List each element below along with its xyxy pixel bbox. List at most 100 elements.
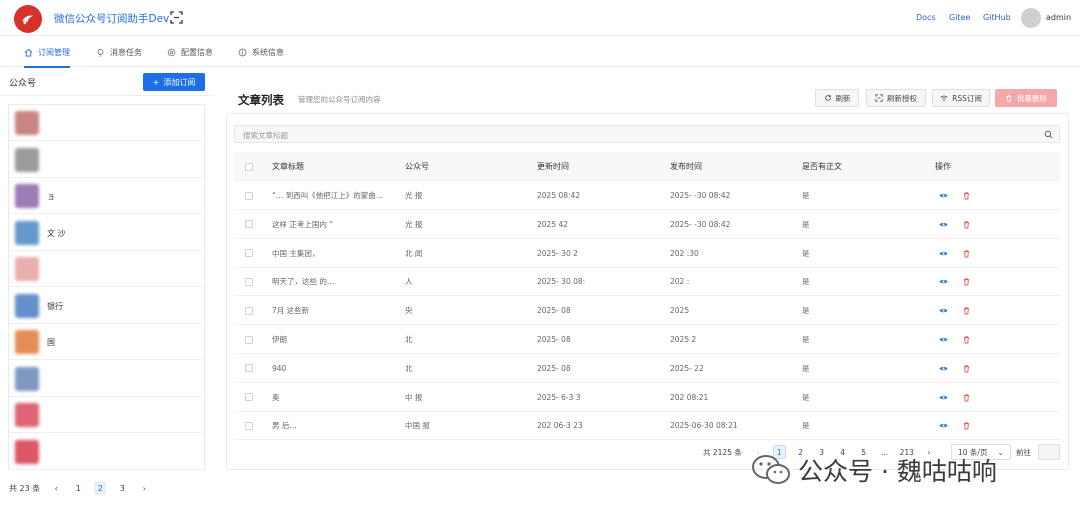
row-checkbox[interactable] [245, 421, 253, 430]
account-name: 银行 [47, 301, 63, 311]
tab-subscriptions[interactable]: 订阅管理 [24, 37, 70, 68]
refresh-button[interactable]: 刷新 [815, 89, 859, 107]
article-title[interactable]: 奥 [272, 383, 392, 412]
account-avatar [15, 220, 39, 245]
article-title[interactable]: 中国 主集团， [272, 239, 392, 268]
col-updated: 更新时间 [537, 162, 569, 171]
table-row: 奥 中 报 2025- 6-3 3 202 08:21 是 [234, 383, 1060, 412]
account-item[interactable] [9, 361, 204, 397]
article-title[interactable]: 7月 这些新 [272, 296, 392, 325]
trash-icon[interactable] [962, 191, 971, 200]
table-row: 这样 正考上国内 “ 光 报 2025 42 2025- -30 08:42 是 [234, 210, 1060, 239]
trash-icon[interactable] [962, 277, 971, 286]
article-published: 2025- 22 [670, 363, 704, 373]
user-name[interactable]: admin [1046, 13, 1071, 22]
account-item[interactable]: ョ [9, 178, 204, 214]
main-total: 共 2125 条 [703, 447, 742, 457]
trash-icon[interactable] [962, 393, 971, 402]
eye-icon[interactable] [939, 421, 948, 430]
rss-button[interactable]: RSS订阅 [932, 89, 990, 107]
trash-icon[interactable] [962, 249, 971, 258]
github-link[interactable]: GitHub [983, 13, 1011, 22]
article-published: 202 08:21 [670, 392, 709, 402]
fullscreen-icon[interactable] [170, 11, 183, 24]
row-actions [939, 296, 971, 325]
row-checkbox[interactable] [245, 277, 253, 286]
article-published: 2025-06-30 08:21 [670, 421, 738, 431]
goto-page-input[interactable] [1038, 444, 1060, 460]
eye-icon[interactable] [939, 191, 948, 200]
article-has-body: 是 [802, 248, 810, 258]
prev-page-icon[interactable]: ‹ [50, 481, 62, 495]
sidebar-page-2[interactable]: 2 [94, 481, 107, 495]
app-header: 微信公众号订阅助手Dev Docs Gitee GitHub admin [0, 0, 1080, 36]
row-checkbox[interactable] [245, 335, 253, 344]
article-account: 中国 报 [405, 421, 430, 431]
docs-link[interactable]: Docs [916, 13, 936, 22]
account-item[interactable] [9, 397, 204, 433]
user-avatar[interactable] [1021, 8, 1041, 28]
next-page-icon[interactable]: › [138, 481, 150, 495]
goto-label: 前往 [1016, 448, 1031, 457]
tab-message-tasks[interactable]: 消息任务 [96, 37, 142, 67]
account-item[interactable]: 银行 [9, 288, 204, 324]
article-title[interactable]: 明天了，这些 的… [272, 267, 392, 296]
row-actions [939, 383, 971, 412]
row-actions [939, 239, 971, 268]
trash-icon[interactable] [962, 335, 971, 344]
trash-icon[interactable] [962, 364, 971, 373]
trash-icon[interactable] [962, 220, 971, 229]
row-actions [939, 411, 971, 440]
row-checkbox[interactable] [245, 364, 253, 373]
eye-icon[interactable] [939, 393, 948, 402]
sidebar-page-1[interactable]: 1 [72, 481, 84, 495]
search-icon[interactable] [1044, 130, 1053, 139]
article-account: 北 闻 [405, 248, 423, 258]
eye-icon[interactable] [939, 220, 948, 229]
account-item[interactable] [9, 105, 204, 141]
batch-delete-button[interactable]: 批量删除 [995, 89, 1057, 107]
account-avatar [15, 330, 39, 354]
account-item[interactable] [9, 251, 204, 287]
row-checkbox[interactable] [245, 393, 253, 402]
article-title[interactable]: “… 到西叫《他把江上》的蒙曲… [272, 181, 392, 210]
refresh-auth-button[interactable]: 刷新授权 [866, 89, 926, 107]
row-checkbox[interactable] [245, 306, 253, 315]
search-input[interactable]: 搜索文章标题 [234, 125, 1060, 143]
row-select-cell [245, 181, 253, 210]
eye-icon[interactable] [939, 306, 948, 315]
trash-icon[interactable] [962, 306, 971, 315]
refresh-icon [824, 95, 831, 101]
tab-config[interactable]: 配置信息 [167, 37, 213, 67]
select-all-checkbox[interactable] [245, 162, 253, 171]
account-item[interactable] [9, 434, 204, 470]
tab-system-info[interactable]: 系统信息 [238, 37, 284, 67]
account-item[interactable]: 国 [9, 324, 204, 360]
table-row: 明天了，这些 的… 人 2025- 30 08: 202 : 是 [234, 267, 1060, 297]
eye-icon[interactable] [939, 249, 948, 258]
tab-label: 消息任务 [110, 47, 142, 57]
account-item[interactable]: 文 沙 [9, 215, 204, 251]
row-checkbox[interactable] [245, 220, 253, 229]
trash-icon[interactable] [962, 421, 971, 430]
article-has-body: 是 [802, 335, 810, 344]
article-title[interactable]: 940 [272, 354, 392, 383]
row-checkbox[interactable] [245, 191, 253, 200]
row-checkbox[interactable] [245, 249, 253, 258]
refresh-label: 刷新 [835, 93, 851, 103]
col-has-body: 是否有正文 [802, 162, 842, 171]
eye-icon[interactable] [939, 364, 948, 373]
eye-icon[interactable] [939, 277, 948, 286]
article-title[interactable]: 伊朗 [272, 325, 392, 354]
article-account: 光 报 [405, 191, 423, 200]
gitee-link[interactable]: Gitee [949, 13, 970, 22]
info-icon [238, 48, 247, 56]
account-name: 国 [47, 338, 55, 347]
article-has-body: 是 [802, 421, 810, 431]
account-item[interactable] [9, 142, 204, 178]
sidebar-page-3[interactable]: 3 [116, 481, 128, 495]
article-title[interactable]: 男 后… [272, 411, 392, 440]
eye-icon[interactable] [939, 335, 948, 344]
article-title[interactable]: 这样 正考上国内 “ [272, 210, 392, 239]
add-subscription-button[interactable]: + 添加订阅 [143, 73, 205, 91]
